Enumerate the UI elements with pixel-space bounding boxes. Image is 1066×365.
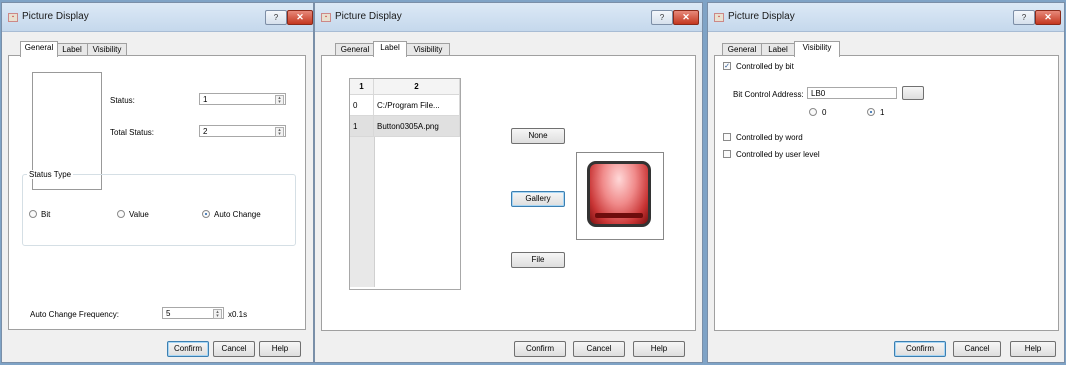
help-button[interactable]: Help <box>259 341 301 357</box>
confirm-button[interactable]: Confirm <box>894 341 946 357</box>
grid-header-1: 1 <box>350 79 374 95</box>
controlled-by-word-label: Controlled by word <box>736 133 803 142</box>
frequency-unit: x0.1s <box>228 310 248 319</box>
total-status-label: Total Status: <box>110 128 155 137</box>
close-button[interactable]: ✕ <box>673 10 699 25</box>
file-button[interactable]: File <box>511 252 565 268</box>
visibility-panel: ✓ Controlled by bit Bit Control Address:… <box>714 55 1059 331</box>
tab-visibility[interactable]: Visibility <box>794 41 840 57</box>
help-button[interactable]: Help <box>633 341 685 357</box>
radio-0[interactable] <box>809 108 817 116</box>
bit-address-label: Bit Control Address: <box>733 90 804 99</box>
radio-value[interactable] <box>117 210 125 218</box>
radio-bit-label: Bit <box>41 210 51 219</box>
cancel-button[interactable]: Cancel <box>953 341 1001 357</box>
window-title: Picture Display <box>728 11 795 22</box>
close-button[interactable]: ✕ <box>1035 10 1061 25</box>
bit-address-field[interactable]: LB0 <box>807 87 897 99</box>
label-grid: 1 2 0 C:/Program File... 1 Button0305A.p… <box>349 78 461 290</box>
radio-value-label: Value <box>129 210 149 219</box>
picture-display-dialog-label: ▪ Picture Display ? ✕ General Label Visi… <box>314 2 703 363</box>
close-button[interactable]: ✕ <box>287 10 313 25</box>
title-bar[interactable]: ▪ Picture Display ? ✕ <box>2 3 313 32</box>
controlled-by-bit-label: Controlled by bit <box>736 62 794 71</box>
frequency-label: Auto Change Frequency: <box>30 310 119 319</box>
bit-address-value: LB0 <box>811 89 826 98</box>
title-bar[interactable]: ▪ Picture Display ? ✕ <box>315 3 702 32</box>
address-browse-button[interactable] <box>902 86 924 100</box>
help-button[interactable]: Help <box>1010 341 1056 357</box>
frequency-value: 5 <box>166 309 171 318</box>
picture-display-dialog-general: ▪ Picture Display ? ✕ General Label Visi… <box>1 2 314 363</box>
total-status-field[interactable]: 2 ▴ ▾ <box>199 125 286 137</box>
radio-0-label: 0 <box>822 108 827 117</box>
confirm-button[interactable]: Confirm <box>514 341 566 357</box>
status-type-legend: Status Type <box>27 170 74 179</box>
window-title: Picture Display <box>335 11 402 22</box>
controlled-by-word-checkbox[interactable] <box>723 133 731 141</box>
spin-icon[interactable]: ▴ ▾ <box>275 127 284 137</box>
spin-icon[interactable]: ▴ ▾ <box>275 95 284 105</box>
radio-auto-change[interactable] <box>202 210 210 218</box>
status-value: 1 <box>203 95 208 104</box>
controlled-by-user-level-checkbox[interactable] <box>723 150 731 158</box>
status-field[interactable]: 1 ▴ ▾ <box>199 93 286 105</box>
cancel-button[interactable]: Cancel <box>573 341 625 357</box>
window-title: Picture Display <box>22 11 89 22</box>
label-panel: 1 2 0 C:/Program File... 1 Button0305A.p… <box>321 55 696 331</box>
app-icon: ▪ <box>321 13 331 22</box>
title-bar[interactable]: ▪ Picture Display ? ✕ <box>708 3 1064 32</box>
app-icon: ▪ <box>8 13 18 22</box>
help-title-button[interactable]: ? <box>651 10 673 25</box>
grid-row-file[interactable]: C:/Program File... <box>374 95 460 116</box>
grid-header-2: 2 <box>374 79 460 95</box>
none-button[interactable]: None <box>511 128 565 144</box>
red-button-picture <box>587 161 651 227</box>
help-title-button[interactable]: ? <box>265 10 287 25</box>
frequency-field[interactable]: 5 ▴ ▾ <box>162 307 224 319</box>
total-status-value: 2 <box>203 127 208 136</box>
radio-1-label: 1 <box>880 108 885 117</box>
gallery-button[interactable]: Gallery <box>511 191 565 207</box>
grid-index-column <box>350 137 375 287</box>
grid-row-index[interactable]: 0 <box>350 95 374 116</box>
grid-row-file[interactable]: Button0305A.png <box>374 116 460 137</box>
app-icon: ▪ <box>714 13 724 22</box>
controlled-by-user-level-label: Controlled by user level <box>736 150 820 159</box>
spin-icon[interactable]: ▴ ▾ <box>213 309 222 319</box>
general-panel: Status: 1 ▴ ▾ Total Status: 2 ▴ ▾ Status T… <box>8 55 306 330</box>
confirm-button[interactable]: Confirm <box>167 341 209 357</box>
red-button-bar <box>595 213 643 218</box>
controlled-by-bit-checkbox[interactable]: ✓ <box>723 62 731 70</box>
radio-1[interactable] <box>867 108 875 116</box>
picture-display-dialog-visibility: ▪ Picture Display ? ✕ General Label Visi… <box>707 2 1065 363</box>
tab-label[interactable]: Label <box>373 41 407 57</box>
help-title-button[interactable]: ? <box>1013 10 1035 25</box>
radio-auto-change-label: Auto Change <box>214 210 261 219</box>
cancel-button[interactable]: Cancel <box>213 341 255 357</box>
tab-general[interactable]: General <box>20 41 58 57</box>
picture-preview <box>576 152 664 240</box>
status-label: Status: <box>110 96 135 105</box>
grid-row-index[interactable]: 1 <box>350 116 374 137</box>
radio-bit[interactable] <box>29 210 37 218</box>
